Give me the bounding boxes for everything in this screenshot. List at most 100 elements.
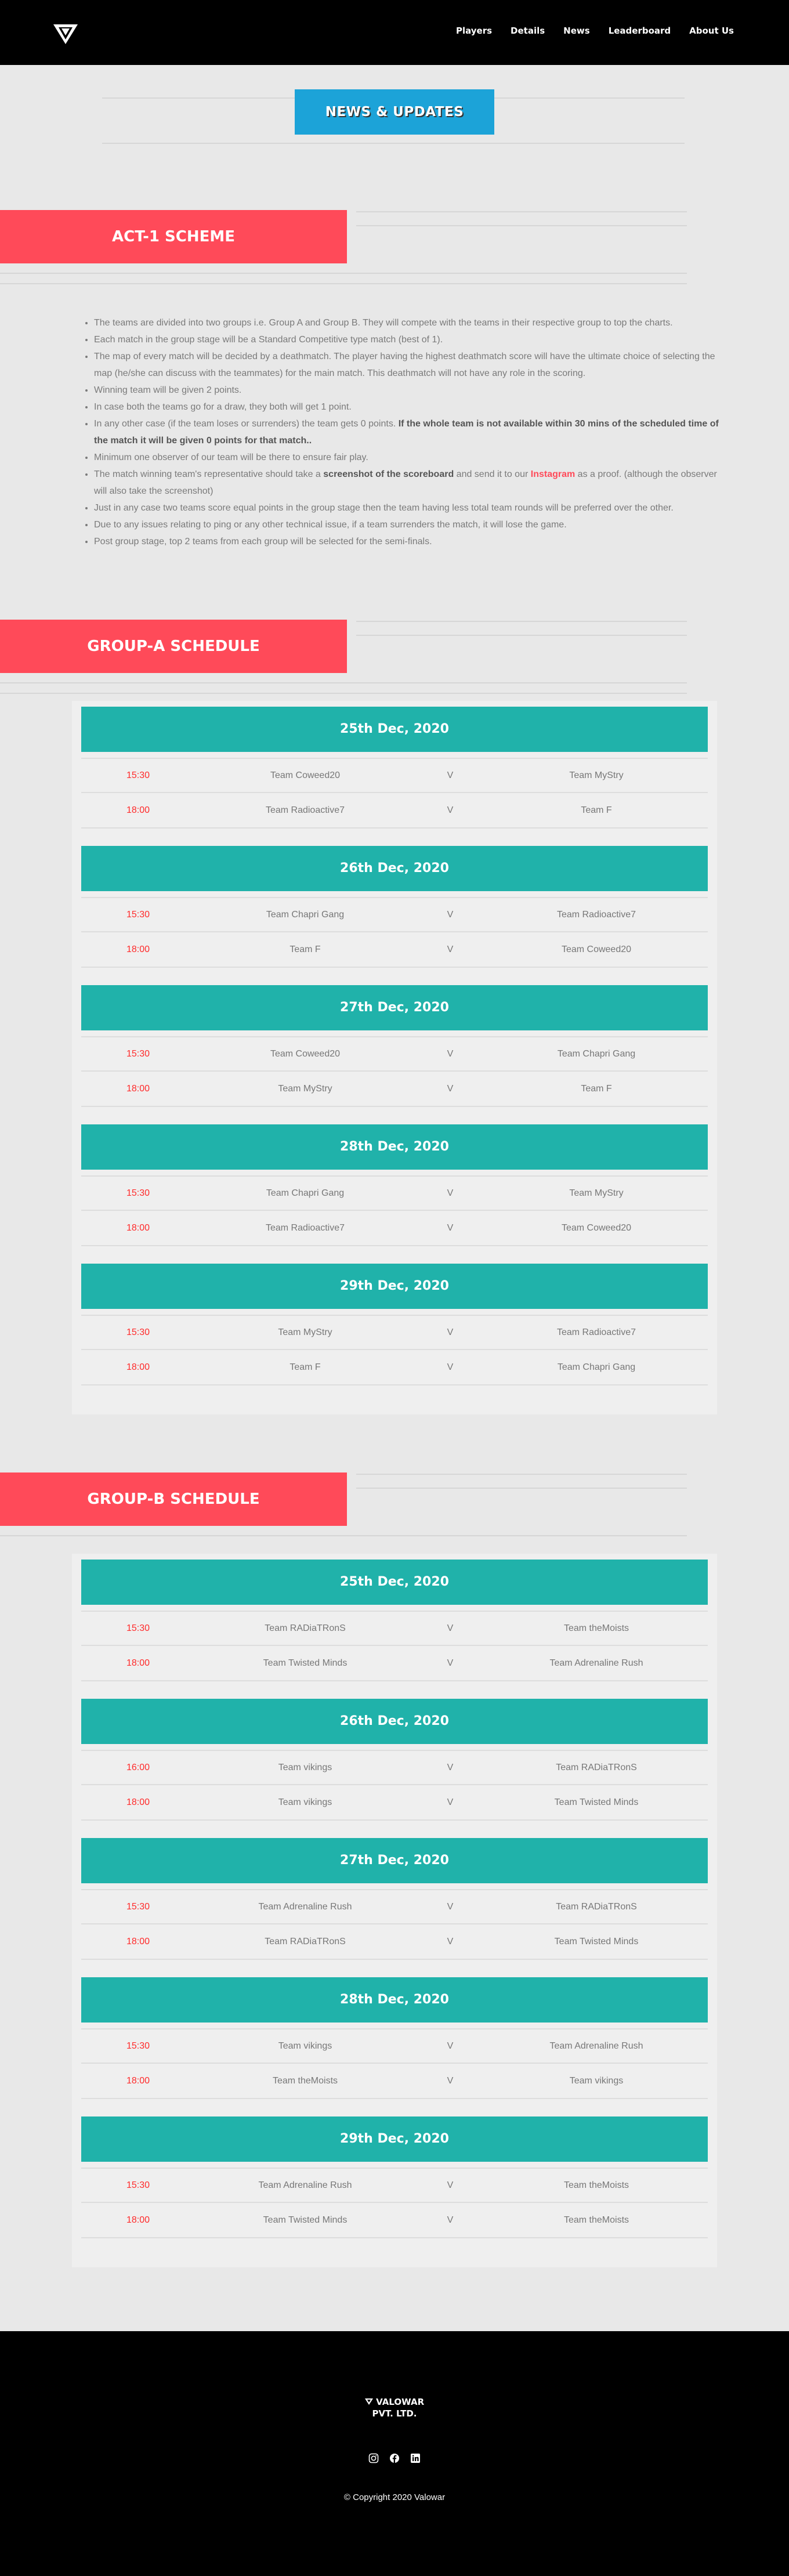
rule-item: In case both the teams go for a draw, th…	[94, 399, 725, 415]
team-two: Team Twisted Minds	[554, 1936, 639, 1947]
match-time: 15:30	[126, 909, 150, 920]
match-time: 18:00	[126, 805, 150, 815]
match-list: 15:30 Team MyStry V Team Radioactive7 18:00 T…	[81, 1315, 708, 1385]
schedule-day: 28th Dec, 2020 15:30 Team vikings V Team Adr…	[81, 1977, 708, 2099]
rule-item: Due to any issues relating to ping or an…	[94, 516, 725, 533]
group-a-schedule: 25th Dec, 2020 15:30 Team Coweed20 V Team My…	[72, 701, 717, 1414]
team-one: Team RADiaTRonS	[265, 1936, 346, 1947]
match-list: 15:30 Team Adrenaline Rush V Team theMoists…	[81, 2168, 708, 2238]
team-one: Team MyStry	[278, 1083, 332, 1094]
section-title: ACT-1 SCHEME	[0, 210, 347, 263]
linkedin-icon[interactable]	[410, 2453, 421, 2463]
match-row: 15:30 Team Coweed20 V Team Chapri Gang	[81, 1036, 708, 1072]
schedule-date: 29th Dec, 2020	[81, 1264, 708, 1309]
team-one: Team F	[289, 1362, 321, 1372]
team-one: Team vikings	[278, 1797, 332, 1807]
team-one: Team MyStry	[278, 1327, 332, 1337]
section-title: GROUP-B SCHEDULE	[0, 1472, 347, 1526]
match-time: 15:30	[126, 2040, 150, 2051]
schedule-day: 29th Dec, 2020 15:30 Team MyStry V Team Radi…	[81, 1264, 708, 1385]
versus-label: V	[447, 1083, 454, 1094]
match-row: 18:00 Team RADiaTRonS V Team Twisted Minds	[81, 1924, 708, 1960]
act1-rules: The teams are divided into two groups i.…	[0, 314, 789, 550]
match-row: 18:00 Team Radioactive7 V Team Coweed20	[81, 1211, 708, 1246]
group-a-header: GROUP-A SCHEDULE	[0, 591, 789, 701]
versus-label: V	[447, 805, 454, 815]
versus-label: V	[447, 2040, 454, 2051]
rule-item: The teams are divided into two groups i.…	[94, 314, 725, 331]
section-title: GROUP-A SCHEDULE	[0, 620, 347, 673]
match-time: 15:30	[126, 1048, 150, 1059]
schedule-day: 28th Dec, 2020 15:30 Team Chapri Gang V Team…	[81, 1124, 708, 1246]
match-list: 16:00 Team vikings V Team RADiaTRonS 18:00 Te…	[81, 1750, 708, 1821]
schedule-day: 27th Dec, 2020 15:30 Team Adrenaline Rush V…	[81, 1838, 708, 1960]
divider	[0, 273, 687, 274]
versus-label: V	[447, 1362, 454, 1372]
footer-brand: VALOWAR PVT. LTD.	[0, 2396, 789, 2419]
schedule-day: 25th Dec, 2020 15:30 Team Coweed20 V Team My…	[81, 707, 708, 828]
schedule-day: 26th Dec, 2020 16:00 Team vikings V Team RAD…	[81, 1699, 708, 1821]
nav-link-leaderboard[interactable]: Leaderboard	[609, 26, 671, 36]
rule-item: In any other case (if the team loses or …	[94, 415, 725, 449]
versus-label: V	[447, 1623, 454, 1633]
nav-link-news[interactable]: News	[563, 26, 590, 36]
schedule-date: 28th Dec, 2020	[81, 1977, 708, 2023]
rule-item: Just in any case two teams score equal p…	[94, 500, 725, 516]
schedule-day: 27th Dec, 2020 15:30 Team Coweed20 V Team Ch…	[81, 985, 708, 1107]
versus-label: V	[447, 1936, 454, 1947]
match-time: 15:30	[126, 1623, 150, 1633]
versus-label: V	[447, 770, 454, 780]
team-two: Team theMoists	[563, 2215, 629, 2225]
team-two: Team Radioactive7	[556, 909, 636, 920]
team-one: Team Twisted Minds	[263, 2215, 348, 2225]
instagram-link[interactable]: Instagram	[531, 469, 575, 479]
match-time: 18:00	[126, 1658, 150, 1668]
divider	[356, 1474, 687, 1475]
versus-label: V	[447, 1327, 454, 1337]
match-row: 15:30 Team RADiaTRonS V Team theMoists	[81, 1611, 708, 1646]
schedule-date: 27th Dec, 2020	[81, 1838, 708, 1883]
match-list: 15:30 Team vikings V Team Adrenaline Rush 18…	[81, 2028, 708, 2099]
match-row: 18:00 Team vikings V Team Twisted Minds	[81, 1785, 708, 1821]
divider	[0, 693, 687, 694]
nav-links: Players Details News Leaderboard About U…	[437, 26, 734, 36]
match-row: 18:00 Team Twisted Minds V Team theMoists	[81, 2203, 708, 2238]
team-two: Team theMoists	[563, 1623, 629, 1633]
team-one: Team Coweed20	[270, 770, 341, 780]
match-row: 18:00 Team F V Team Coweed20	[81, 932, 708, 968]
team-two: Team Adrenaline Rush	[549, 2040, 643, 2051]
facebook-icon[interactable]	[389, 2453, 400, 2463]
schedule-day: 25th Dec, 2020 15:30 Team RADiaTRonS V Team …	[81, 1560, 708, 1681]
match-time: 18:00	[126, 1797, 150, 1807]
versus-label: V	[447, 944, 454, 954]
match-time: 18:00	[126, 1083, 150, 1094]
versus-label: V	[447, 1222, 454, 1233]
nav-link-details[interactable]: Details	[511, 26, 545, 36]
news-updates-button[interactable]: NEWS & UPDATES	[295, 89, 494, 135]
match-row: 15:30 Team Adrenaline Rush V Team theMoists	[81, 2168, 708, 2203]
valowar-logo[interactable]	[52, 21, 79, 48]
match-time: 15:30	[126, 1188, 150, 1198]
divider	[0, 283, 687, 284]
divider	[0, 1535, 687, 1536]
nav-link-players[interactable]: Players	[456, 26, 492, 36]
match-row: 18:00 Team MyStry V Team F	[81, 1072, 708, 1107]
instagram-icon[interactable]	[368, 2453, 379, 2463]
versus-label: V	[447, 1901, 454, 1912]
versus-label: V	[447, 1048, 454, 1059]
rule-item: Post group stage, top 2 teams from each …	[94, 533, 725, 550]
versus-label: V	[447, 2215, 454, 2225]
match-list: 15:30 Team Adrenaline Rush V Team RADiaTRon…	[81, 1889, 708, 1960]
team-two: Team Radioactive7	[556, 1327, 636, 1337]
team-two: Team vikings	[569, 2075, 624, 2086]
rule-item: The map of every match will be decided b…	[94, 348, 725, 382]
match-time: 15:30	[126, 2180, 150, 2190]
divider	[356, 1488, 687, 1489]
divider	[102, 143, 685, 144]
divider	[0, 682, 687, 683]
versus-label: V	[447, 1797, 454, 1807]
match-row: 15:30 Team Adrenaline Rush V Team RADiaTRon…	[81, 1889, 708, 1924]
team-one: Team RADiaTRonS	[265, 1623, 346, 1633]
nav-link-about-us[interactable]: About Us	[689, 26, 734, 36]
